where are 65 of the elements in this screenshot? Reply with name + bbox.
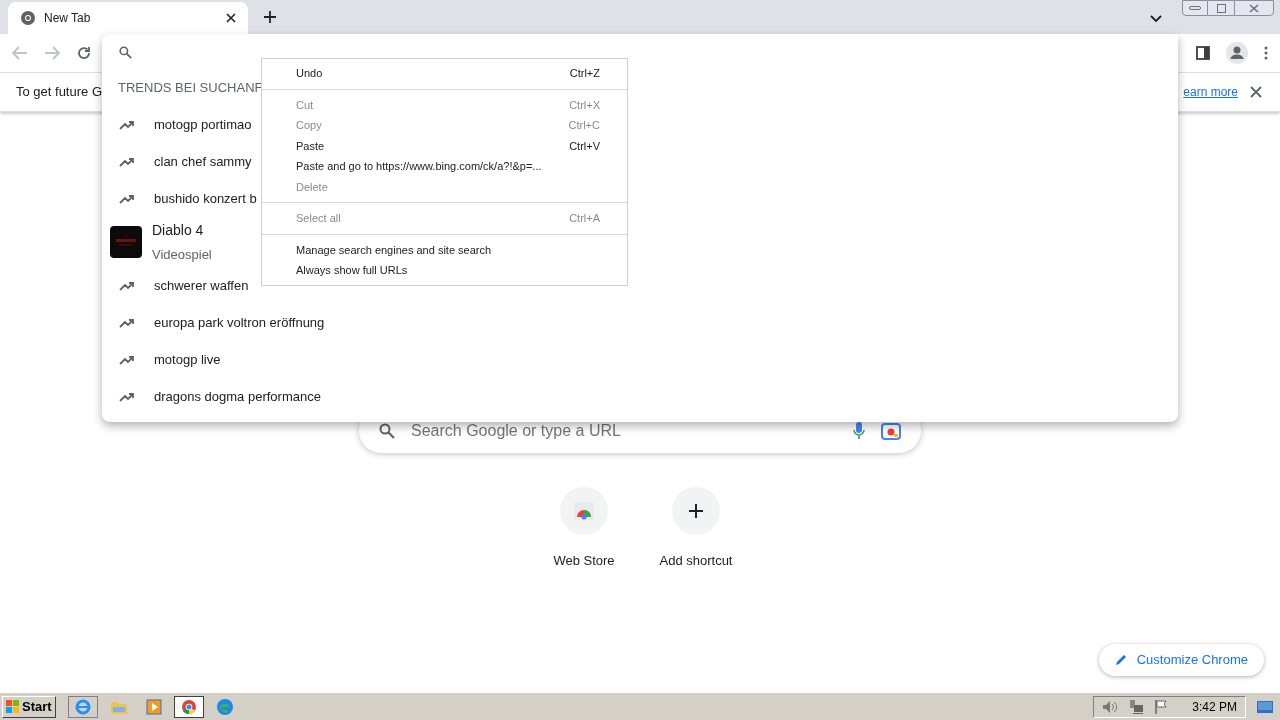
close-window-button[interactable] [1234, 0, 1274, 16]
menu-item[interactable]: Always show full URLs [262, 260, 627, 281]
close-icon [1249, 3, 1259, 13]
search-placeholder: Search Google or type a URL [411, 421, 622, 441]
new-tab-icon[interactable] [263, 10, 277, 24]
internet-explorer-icon[interactable] [67, 695, 98, 718]
web-store-icon [573, 501, 595, 521]
customize-chrome-button[interactable]: Customize Chrome [1098, 644, 1264, 676]
menu-item[interactable]: Paste and go to https://www.bing.com/ck/a?!&p=... [262, 156, 627, 177]
browser-tab[interactable]: New Tab [8, 2, 248, 34]
minimize-button[interactable] [1182, 0, 1208, 16]
side-panel-icon[interactable] [1196, 46, 1210, 60]
suggestion-item[interactable]: motogp portimao [102, 106, 252, 143]
search-icon [379, 423, 395, 439]
restore-button[interactable] [1208, 0, 1234, 16]
desktop-icon[interactable] [1256, 698, 1274, 715]
chrome-logo-icon [180, 698, 197, 715]
trending-up-icon [119, 156, 135, 167]
trending-up-icon [119, 391, 135, 402]
suggestion-item[interactable]: clan chef sammy [102, 143, 252, 180]
more-options-icon[interactable] [1264, 46, 1268, 60]
menu-item[interactable]: Paste Ctrl+V [262, 135, 627, 156]
plus-icon [689, 504, 703, 518]
suggestion-subtitle: Videospiel [152, 245, 212, 264]
trending-up-icon [119, 280, 135, 291]
infobar-text: To get future G [16, 83, 102, 102]
clock: 3:42 PM [1192, 698, 1237, 716]
pencil-icon [1114, 654, 1127, 666]
chrome-logo-icon [20, 10, 36, 26]
media-player-icon[interactable] [145, 698, 162, 715]
reload-icon[interactable] [76, 45, 92, 61]
suggestion-item[interactable]: bushido konzert b [102, 180, 257, 217]
flag-icon[interactable] [1154, 698, 1169, 715]
chrome-taskbar-button[interactable] [173, 695, 204, 718]
suggestion-item[interactable]: Diablo 4 Videospiel [102, 217, 212, 267]
windows-logo-icon [6, 699, 20, 714]
profile-avatar-icon[interactable] [1226, 42, 1248, 64]
suggestion-item[interactable]: schwerer waffen [102, 267, 249, 304]
menu-item[interactable]: Undo Ctrl+Z [262, 63, 627, 84]
speaker-icon[interactable] [1102, 699, 1119, 714]
edge-icon[interactable] [215, 697, 234, 716]
network-icon[interactable] [1128, 698, 1145, 715]
shortcut-tile[interactable]: Add shortcut [652, 487, 740, 571]
shortcut-tile[interactable]: Web Store [540, 487, 628, 571]
trending-up-icon [119, 193, 135, 204]
menu-item[interactable]: Manage search engines and site search [262, 239, 627, 260]
trending-up-icon [119, 119, 135, 130]
start-button[interactable]: Start [2, 695, 56, 718]
suggestion-title: Diablo 4 [152, 220, 205, 240]
search-icon [119, 45, 132, 59]
learn-more-link[interactable]: earn more [1183, 83, 1238, 101]
camera-icon[interactable] [881, 422, 901, 440]
chevron-down-icon[interactable] [1150, 15, 1162, 23]
close-icon[interactable] [1250, 86, 1262, 98]
tab-title: New Tab [44, 10, 92, 27]
shortcut-label: Web Store [553, 552, 615, 570]
section-header: TRENDS BEI SUCHANF [118, 79, 263, 98]
close-icon[interactable] [226, 13, 236, 23]
shortcut-label: Add shortcut [659, 552, 733, 570]
trending-up-icon [119, 317, 135, 328]
microphone-icon[interactable] [853, 422, 865, 440]
trending-up-icon [119, 354, 135, 365]
suggestion-item[interactable]: europa park voltron eröffnung [102, 304, 325, 341]
suggestion-item[interactable]: motogp live [102, 341, 221, 378]
suggestion-item[interactable]: dragons dogma performance [102, 378, 321, 415]
